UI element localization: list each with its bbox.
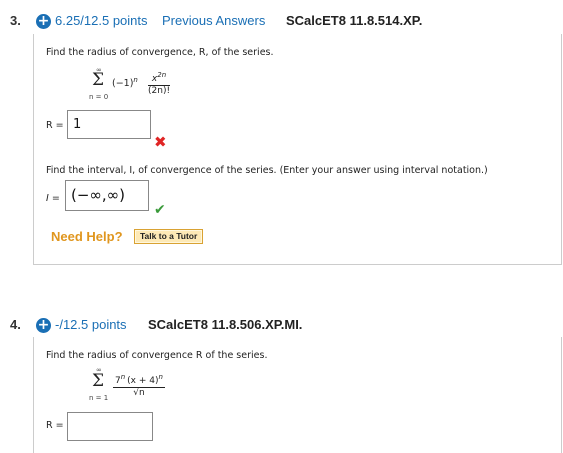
interval-input[interactable]: (−∞,∞) [65, 180, 149, 211]
incorrect-icon: ✖ [154, 133, 167, 151]
previous-answers-link[interactable]: Previous Answers [162, 13, 265, 28]
interval-label: I = [46, 193, 60, 204]
radius-input[interactable] [67, 412, 153, 441]
question-number: 4. [10, 317, 21, 332]
sum-lower-limit: n = 1 [89, 394, 109, 402]
radius-prompt: Find the radius of convergence R of the … [46, 350, 268, 361]
plus-icon[interactable]: + [36, 318, 51, 333]
question-code: SCalcET8 11.8.506.XP.MI. [148, 317, 303, 332]
question-number: 3. [10, 13, 21, 28]
sigma-icon: Σ [92, 70, 105, 90]
question-code: SCalcET8 11.8.514.XP. [286, 13, 423, 28]
radius-input[interactable]: 1 [67, 110, 151, 139]
series-sign-term: (−1)n [112, 76, 138, 90]
radius-label: R = [46, 120, 64, 131]
radius-prompt: Find the radius of convergence, R, of th… [46, 47, 274, 58]
plus-icon[interactable]: + [36, 14, 51, 29]
question-points: -/12.5 points [55, 317, 127, 332]
series-fraction: 7n (x + 4)n √n [113, 373, 165, 398]
need-help-label: Need Help? [51, 229, 123, 244]
correct-check-icon: ✔ [154, 202, 166, 218]
sum-lower-limit: n = 0 [89, 93, 109, 101]
talk-to-tutor-button[interactable]: Talk to a Tutor [134, 229, 204, 244]
sigma-icon: Σ [92, 371, 105, 391]
question-points: 6.25/12.5 points [55, 13, 148, 28]
interval-prompt: Find the interval, I, of convergence of … [46, 165, 488, 176]
series-fraction: x2n (2n)! [148, 71, 171, 96]
radius-label: R = [46, 420, 64, 431]
